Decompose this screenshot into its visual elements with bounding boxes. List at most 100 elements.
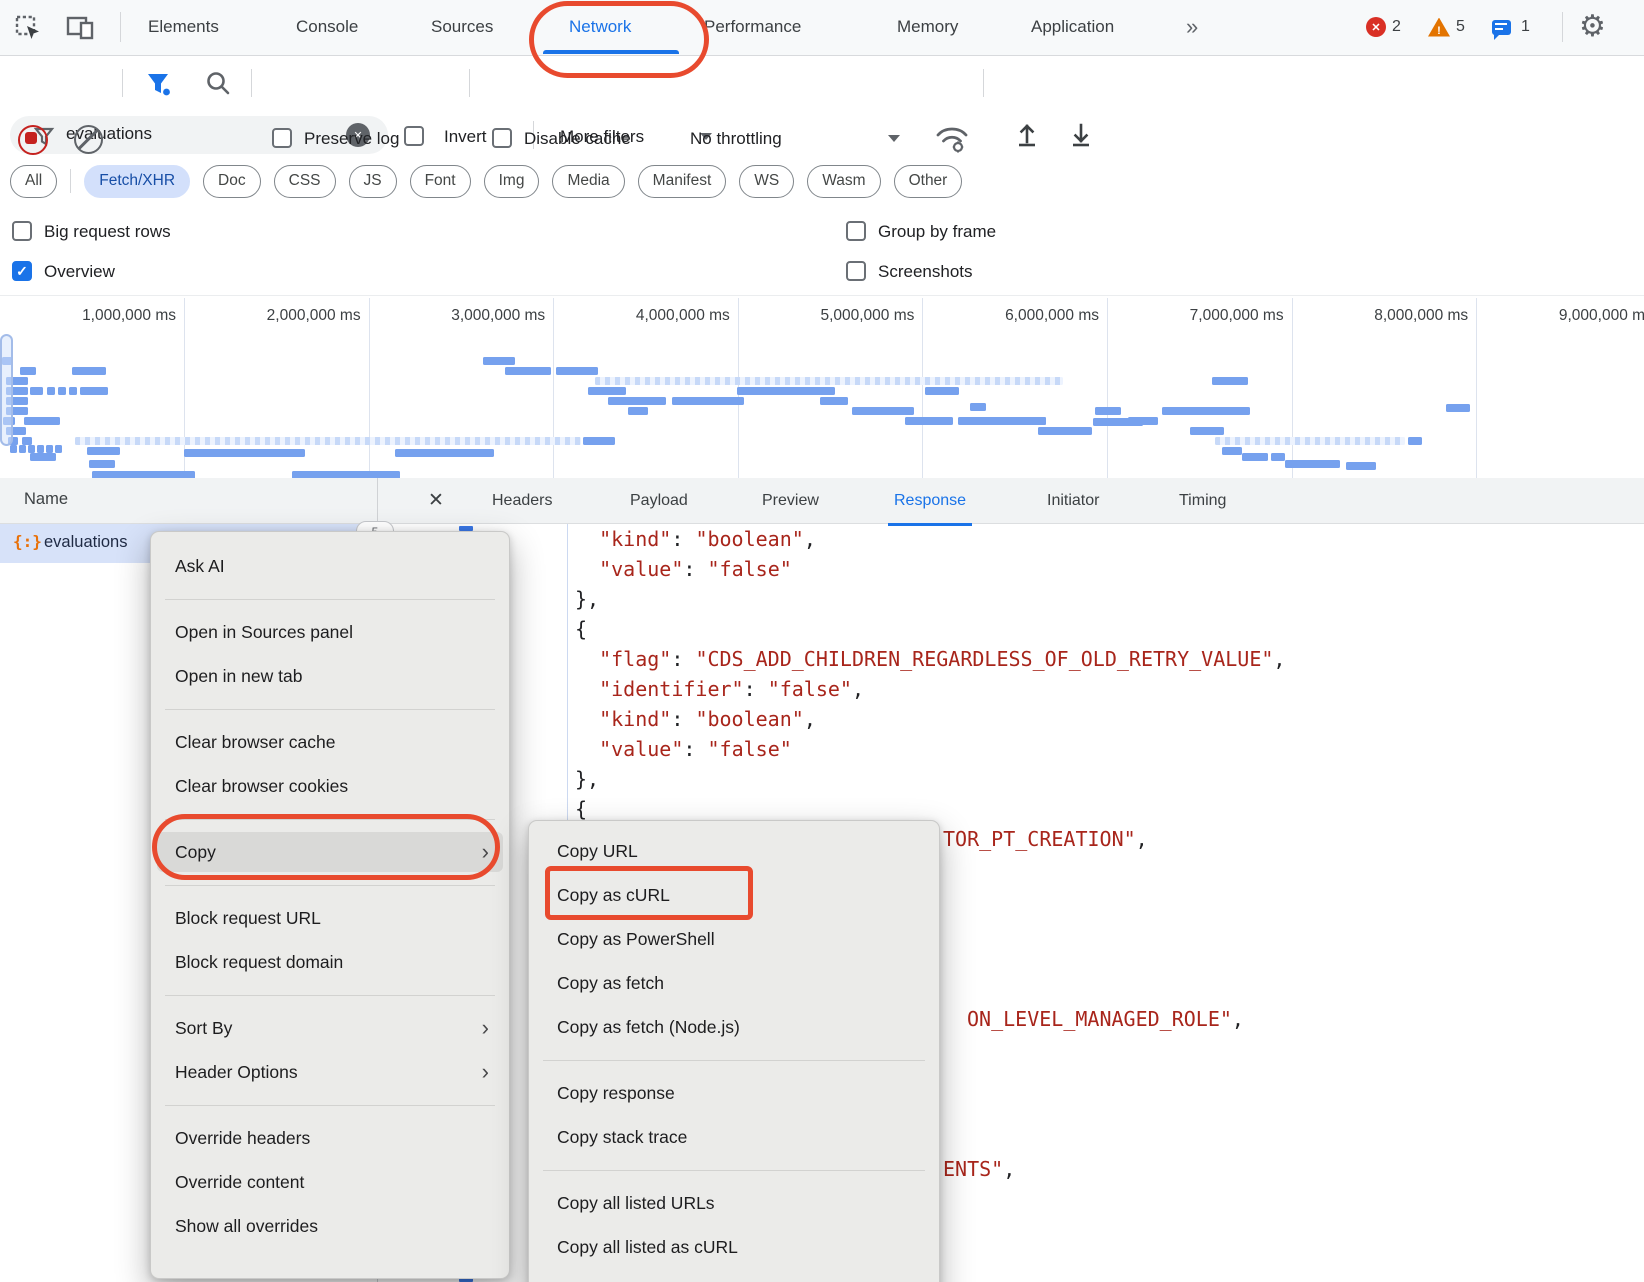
menu-item-open-in-new-tab[interactable]: Open in new tab: [151, 654, 509, 698]
more-tabs-button[interactable]: »: [1186, 0, 1198, 54]
throttling-caret-icon[interactable]: [888, 135, 900, 142]
code-line: "value": "false": [575, 734, 1285, 764]
detail-tab-initiator[interactable]: Initiator: [1041, 478, 1105, 523]
waterfall-bar: [608, 397, 666, 405]
chip-other[interactable]: Other: [894, 165, 963, 198]
menu-item-block-request-url[interactable]: Block request URL: [151, 896, 509, 940]
waterfall-bar: [37, 445, 44, 453]
chip-fetch-xhr[interactable]: Fetch/XHR: [84, 165, 190, 198]
network-overview-timeline[interactable]: 1,000,000 ms2,000,000 ms3,000,000 ms4,00…: [0, 295, 1644, 480]
message-count: 1: [1521, 18, 1530, 36]
warnings-badge[interactable]: ! 5: [1428, 0, 1465, 54]
menu-item-clear-browser-cache[interactable]: Clear browser cache: [151, 720, 509, 764]
screenshots-checkbox[interactable]: [846, 261, 866, 281]
tab-sources[interactable]: Sources: [431, 0, 493, 54]
warning-icon: !: [1428, 18, 1450, 37]
tab-console[interactable]: Console: [296, 0, 358, 54]
clear-network-log-icon[interactable]: [74, 125, 103, 154]
chip-media[interactable]: Media: [552, 165, 624, 198]
menu-item-clear-browser-cookies[interactable]: Clear browser cookies: [151, 764, 509, 808]
json-string-token: "false": [707, 737, 791, 761]
throttling-select[interactable]: No throttling: [690, 129, 782, 149]
waterfall-bar: [10, 445, 17, 453]
waterfall-bar: [19, 445, 26, 453]
detail-tab-payload[interactable]: Payload: [624, 478, 694, 523]
menu-item-sort-by[interactable]: Sort By›: [151, 1006, 509, 1050]
menu-item-open-in-sources-panel[interactable]: Open in Sources panel: [151, 610, 509, 654]
chip-wasm[interactable]: Wasm: [807, 165, 880, 198]
submenu-item-copy-as-powershell[interactable]: Copy as PowerShell: [529, 917, 939, 961]
submenu-item-copy-as-curl[interactable]: Copy as cURL: [529, 873, 939, 917]
detail-tab-headers[interactable]: Headers: [486, 478, 558, 523]
disable-cache-checkbox[interactable]: [492, 128, 512, 148]
invert-checkbox[interactable]: [404, 126, 424, 146]
chip-font[interactable]: Font: [410, 165, 471, 198]
detail-tab-response[interactable]: Response: [888, 478, 972, 526]
issues-badge[interactable]: 1: [1492, 0, 1530, 54]
inspect-element-icon[interactable]: [14, 14, 42, 42]
tab-memory[interactable]: Memory: [897, 0, 958, 54]
submenu-item-copy-as-fetch-node-js-[interactable]: Copy as fetch (Node.js): [529, 1005, 939, 1049]
errors-badge[interactable]: ✕ 2: [1366, 0, 1401, 54]
chip-ws[interactable]: WS: [739, 165, 794, 198]
device-toolbar-icon[interactable]: [66, 14, 94, 42]
network-conditions-icon[interactable]: [934, 122, 970, 154]
menu-item-copy[interactable]: Copy›: [151, 830, 509, 874]
menu-item-override-content[interactable]: Override content: [151, 1160, 509, 1204]
tab-elements[interactable]: Elements: [148, 0, 219, 54]
menu-item-override-headers[interactable]: Override headers: [151, 1116, 509, 1160]
menu-item-header-options[interactable]: Header Options›: [151, 1050, 509, 1094]
json-string-token: "kind": [599, 707, 671, 731]
toolbar-separator: [983, 69, 984, 97]
json-string-token: "value": [599, 737, 683, 761]
menu-item-block-request-domain[interactable]: Block request domain: [151, 940, 509, 984]
submenu-item-copy-stack-trace[interactable]: Copy stack trace: [529, 1115, 939, 1159]
settings-gear-icon[interactable]: ⚙: [1579, 12, 1606, 42]
menu-item-label: Block request domain: [175, 952, 343, 973]
chip-img[interactable]: Img: [484, 165, 540, 198]
chip-js[interactable]: JS: [349, 165, 397, 198]
search-icon[interactable]: [204, 69, 232, 97]
waterfall-bar: [22, 437, 32, 445]
filter-funnel-icon[interactable]: [144, 69, 174, 99]
json-string-token: "false": [707, 557, 791, 581]
big-request-rows-checkbox[interactable]: [12, 221, 32, 241]
submenu-item-copy-all-listed-as-curl[interactable]: Copy all listed as cURL: [529, 1225, 939, 1269]
waterfall-bar: [24, 417, 60, 425]
overview-checkbox[interactable]: ✓: [12, 261, 32, 281]
chip-all[interactable]: All: [10, 165, 57, 198]
submenu-item-copy-all-listed-urls[interactable]: Copy all listed URLs: [529, 1181, 939, 1225]
submenu-item-copy-as-fetch[interactable]: Copy as fetch: [529, 961, 939, 1005]
menu-separator: [151, 984, 509, 1006]
response-json-body[interactable]: "kind": "boolean", "value": "false"},{ "…: [575, 524, 1285, 824]
detail-tab-timing[interactable]: Timing: [1173, 478, 1232, 523]
preserve-log-checkbox[interactable]: [272, 128, 292, 148]
chip-doc[interactable]: Doc: [203, 165, 261, 198]
timeline-tick-label: 5,000,000 ms: [714, 307, 914, 325]
tab-application[interactable]: Application: [1031, 0, 1114, 54]
import-har-icon[interactable]: [1012, 120, 1042, 150]
menu-item-label: Show all overrides: [175, 1216, 318, 1237]
menu-item-ask-ai[interactable]: Ask AI: [151, 544, 509, 588]
chip-manifest[interactable]: Manifest: [638, 165, 727, 198]
waterfall-bar: [1271, 453, 1285, 461]
waterfall-bar: [1095, 407, 1121, 415]
export-har-icon[interactable]: [1066, 120, 1096, 150]
json-punct-token: [575, 527, 599, 551]
chip-css[interactable]: CSS: [274, 165, 336, 198]
chip-divider: [70, 169, 71, 193]
submenu-item-copy-all-listed-as-powershell[interactable]: Copy all listed as PowerShell: [529, 1269, 939, 1282]
menu-item-show-all-overrides[interactable]: Show all overrides: [151, 1204, 509, 1248]
submenu-item-copy-url[interactable]: Copy URL: [529, 829, 939, 873]
tab-network[interactable]: Network: [569, 0, 631, 54]
group-by-frame-checkbox[interactable]: [846, 221, 866, 241]
name-column-header[interactable]: Name: [0, 478, 377, 524]
tab-performance[interactable]: Performance: [704, 0, 801, 54]
timeline-tick-label: 9,000,000 ms: [1453, 307, 1644, 325]
detail-tab-preview[interactable]: Preview: [756, 478, 825, 523]
timeline-gridline: [369, 298, 370, 479]
close-detail-icon[interactable]: ✕: [422, 478, 450, 523]
timeline-left-handle[interactable]: [0, 334, 13, 446]
submenu-item-copy-response[interactable]: Copy response: [529, 1071, 939, 1115]
json-request-icon: {:}: [13, 532, 42, 551]
